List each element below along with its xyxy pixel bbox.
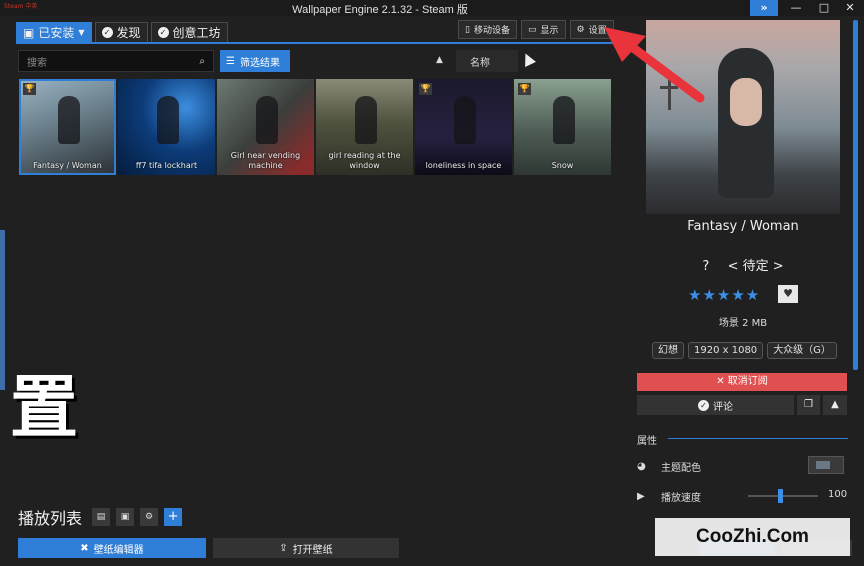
arrow-shaft: [623, 39, 705, 103]
red-arrow-annotation: [604, 27, 705, 103]
